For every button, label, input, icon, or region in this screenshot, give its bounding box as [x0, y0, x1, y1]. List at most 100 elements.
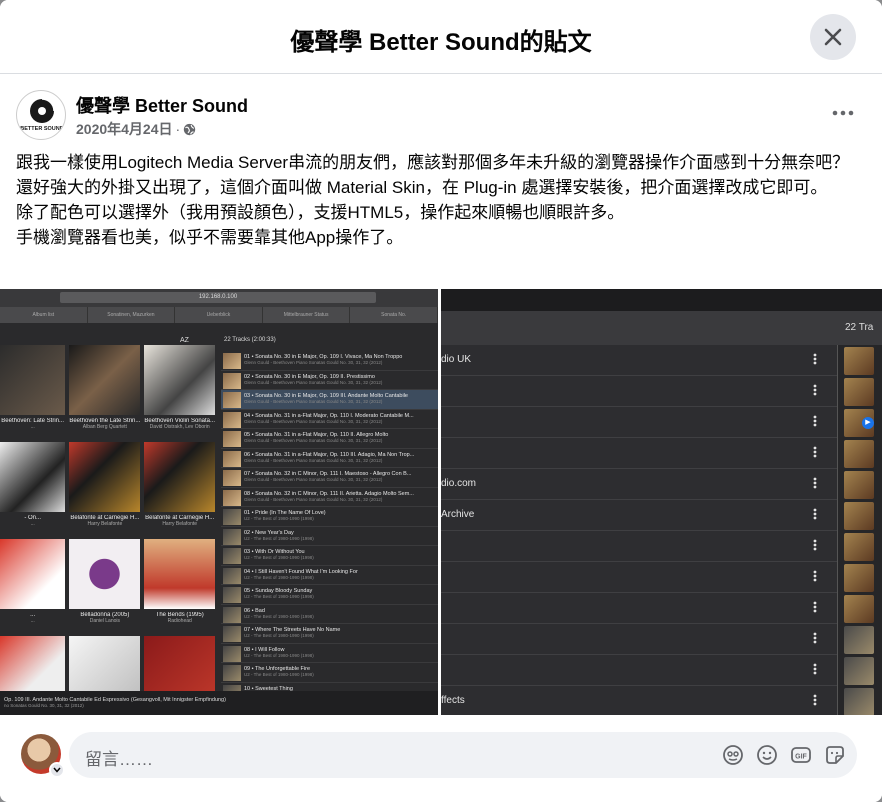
- close-button[interactable]: [810, 14, 856, 60]
- photo-mobile-screenshot[interactable]: 22 Tra dio UK dio.com Archive ffects ▶: [441, 289, 882, 715]
- mobile-list-row[interactable]: ffects: [441, 686, 882, 715]
- track-thumbnail: [223, 548, 241, 564]
- more-vertical-icon[interactable]: [813, 632, 817, 646]
- track-info: 01 • Sonata No. 30 in E Major, Op. 109 I…: [244, 351, 438, 370]
- more-vertical-icon[interactable]: [813, 601, 817, 615]
- track-info: 05 • Sunday Bloody Sunday U2 - The Best o…: [244, 585, 438, 604]
- album-tile: Beethoven Violin Sonata... David Oistrakh…: [144, 345, 215, 442]
- url-bar: 192.168.0.100: [60, 292, 376, 303]
- track-row[interactable]: 01 • Pride (In The Name Of Love) U2 - The…: [221, 507, 438, 527]
- track-row[interactable]: 04 • I Still Haven't Found What I'm Look…: [221, 566, 438, 585]
- mobile-row-label: dio.com: [441, 478, 477, 489]
- mobile-list-row[interactable]: [441, 593, 882, 624]
- more-vertical-icon[interactable]: [813, 508, 817, 522]
- mobile-row-label: dio UK: [441, 354, 472, 365]
- track-row[interactable]: 08 • I Will Follow U2 - The Best of 1980-…: [221, 644, 438, 663]
- more-options-button[interactable]: [828, 98, 858, 128]
- track-row[interactable]: 06 • Bad U2 - The Best of 1980-1990 (1998…: [221, 605, 438, 624]
- track-row[interactable]: 09 • The Unforgettable Fire U2 - The Best…: [221, 663, 438, 683]
- photo-desktop-screenshot[interactable]: 192.168.0.100 Album list Sonatinen, Mazu…: [0, 289, 438, 715]
- emoji-icon[interactable]: [755, 743, 779, 767]
- page-name[interactable]: 優聲學 Better Sound: [76, 92, 248, 118]
- post-body: 跟我一樣使用Logitech Media Server串流的朋友們，應該對那個多…: [16, 150, 866, 250]
- mobile-list-row[interactable]: dio UK: [441, 345, 882, 376]
- track-info: 03 • Sonata No. 30 in E Major, Op. 109 I…: [244, 390, 438, 409]
- track-row[interactable]: 03 • Sonata No. 30 in E Major, Op. 109 I…: [221, 390, 438, 410]
- comment-input[interactable]: 留言…… GIF: [69, 732, 857, 778]
- album-tile: Beethoven: Late Strin......: [0, 345, 66, 442]
- browser-tabs: Album list Sonatinen, Mazurken Ueberblic…: [0, 307, 438, 323]
- more-vertical-icon[interactable]: [813, 446, 817, 460]
- more-vertical-icon[interactable]: [813, 477, 817, 491]
- track-thumbnail: [223, 450, 241, 467]
- more-vertical-icon[interactable]: [813, 694, 817, 708]
- track-subtitle: Glenn Gould - Beethoven Piano Sonatas Go…: [244, 399, 383, 404]
- browser-tab: Ueberblick: [175, 307, 263, 323]
- more-vertical-icon[interactable]: [813, 539, 817, 553]
- queue-thumbnail: [844, 688, 874, 715]
- track-thumbnail: [223, 665, 241, 681]
- sticker-icon[interactable]: [823, 743, 847, 767]
- browser-bar: 192.168.0.100: [0, 289, 438, 307]
- avatar-sticker-icon[interactable]: [721, 743, 745, 767]
- mobile-list-row[interactable]: [441, 624, 882, 655]
- more-vertical-icon[interactable]: [813, 353, 817, 367]
- mobile-list-row[interactable]: [441, 376, 882, 407]
- track-row[interactable]: 07 • Where The Streets Have No Name U2 - …: [221, 624, 438, 644]
- comment-tools: GIF: [721, 743, 847, 767]
- mobile-list-row[interactable]: [441, 531, 882, 562]
- track-row[interactable]: 02 • Sonata No. 30 in E Major, Op. 109 I…: [221, 371, 438, 390]
- mobile-list-row[interactable]: [441, 655, 882, 686]
- mobile-list-row[interactable]: Archive: [441, 500, 882, 531]
- mobile-list-row[interactable]: dio.com: [441, 469, 882, 500]
- more-horizontal-icon: [832, 110, 854, 116]
- album-grid: Beethoven: Late Strin...... Beethoven th…: [0, 345, 215, 715]
- track-subtitle: U2 - The Best of 1980-1990 (1998): [244, 574, 314, 580]
- track-row[interactable]: 04 • Sonata No. 31 in a-Flat Major, Op. …: [221, 410, 438, 429]
- mobile-list-row[interactable]: [441, 407, 882, 438]
- track-row[interactable]: 05 • Sonata No. 31 in a-Flat Major, Op. …: [221, 429, 438, 449]
- page-avatar[interactable]: BETTER SOUND: [16, 90, 66, 140]
- queue-thumbnail: [844, 564, 874, 592]
- album-tile: Belafonte at Carnegie H... Harry Belafont…: [144, 442, 215, 539]
- globe-icon[interactable]: [183, 123, 196, 136]
- track-thumbnail: [223, 470, 241, 486]
- album-tile: Beethoven the Late Strin... Alban Berg Qu…: [69, 345, 141, 442]
- track-row[interactable]: 02 • New Year's Day U2 - The Best of 1980…: [221, 527, 438, 546]
- track-thumbnail: [223, 392, 241, 408]
- track-row[interactable]: 01 • Sonata No. 30 in E Major, Op. 109 I…: [221, 351, 438, 371]
- track-row[interactable]: 06 • Sonata No. 31 in a-Flat Major, Op. …: [221, 449, 438, 468]
- track-thumbnail: [223, 431, 241, 447]
- browser-tab: Sonatinen, Mazurken: [88, 307, 176, 323]
- more-vertical-icon[interactable]: [813, 570, 817, 584]
- user-avatar[interactable]: [21, 734, 65, 778]
- mobile-list-row[interactable]: [441, 562, 882, 593]
- now-playing-sub: no Sonatas Gould No. 30, 31, 32 (2012): [4, 703, 84, 708]
- chevron-down-icon[interactable]: [49, 762, 65, 778]
- track-info: 05 • Sonata No. 31 in a-Flat Major, Op. …: [244, 429, 438, 448]
- track-subtitle: U2 - The Best of 1980-1990 (1998): [244, 652, 314, 658]
- track-row[interactable]: 03 • With Or Without You U2 - The Best of…: [221, 546, 438, 566]
- track-title: 06 • Sonata No. 31 in a-Flat Major, Op. …: [244, 451, 415, 458]
- post-paragraph: 跟我一樣使用Logitech Media Server串流的朋友們，應該對那個多…: [16, 153, 850, 197]
- queue-thumbnail: [844, 471, 874, 499]
- browser-tab: Sonata No.: [350, 307, 438, 323]
- mobile-list-row[interactable]: [441, 438, 882, 469]
- tracks-label: 22 Tra: [845, 322, 874, 333]
- track-subtitle: Glenn Gould - Beethoven Piano Sonatas Go…: [244, 379, 383, 385]
- track-info: 06 • Bad U2 - The Best of 1980-1990 (1998…: [244, 605, 438, 624]
- post-date[interactable]: 2020年4月24日: [76, 119, 173, 139]
- mobile-row-label: ffects: [441, 695, 465, 706]
- more-vertical-icon[interactable]: [813, 415, 817, 429]
- more-vertical-icon[interactable]: [813, 663, 817, 677]
- track-row[interactable]: 07 • Sonata No. 32 in C Minor, Op. 111 I…: [221, 468, 438, 488]
- track-row[interactable]: 08 • Sonata No. 32 in C Minor, Op. 111 I…: [221, 488, 438, 507]
- more-vertical-icon[interactable]: [813, 384, 817, 398]
- album-tile: The Bends (1995) Radiohead: [144, 539, 215, 636]
- album-tile: - On......: [0, 442, 66, 539]
- svg-text:GIF: GIF: [795, 754, 807, 761]
- gif-icon[interactable]: GIF: [789, 743, 813, 767]
- track-thumbnail: [223, 411, 241, 428]
- track-row[interactable]: 05 • Sunday Bloody Sunday U2 - The Best o…: [221, 585, 438, 605]
- track-subtitle: U2 - The Best of 1980-1990 (1998): [244, 613, 314, 619]
